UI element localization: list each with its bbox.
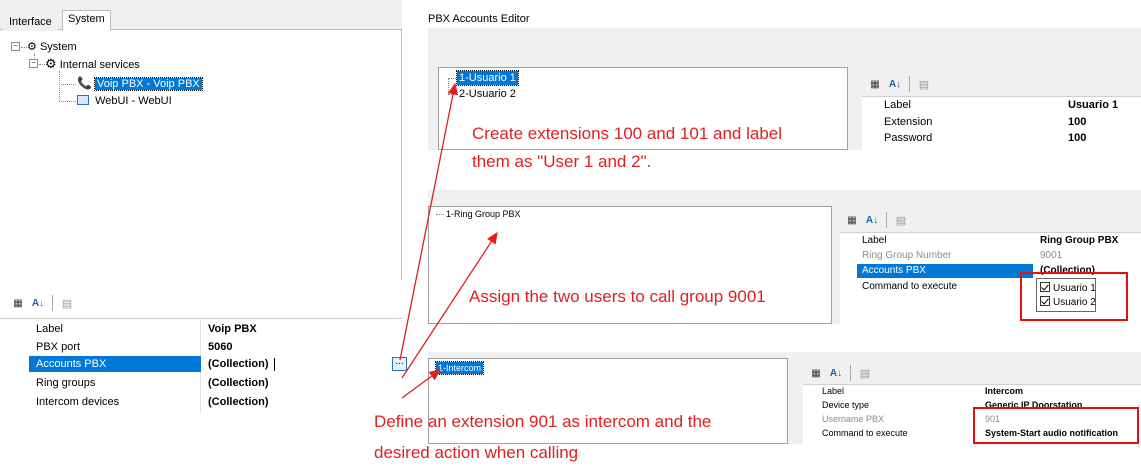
annotation-arrows xyxy=(399,82,498,399)
arrow-to-intercom xyxy=(401,369,442,399)
arrow-to-accounts xyxy=(399,82,459,361)
arrow-to-ring-groups xyxy=(401,231,498,379)
